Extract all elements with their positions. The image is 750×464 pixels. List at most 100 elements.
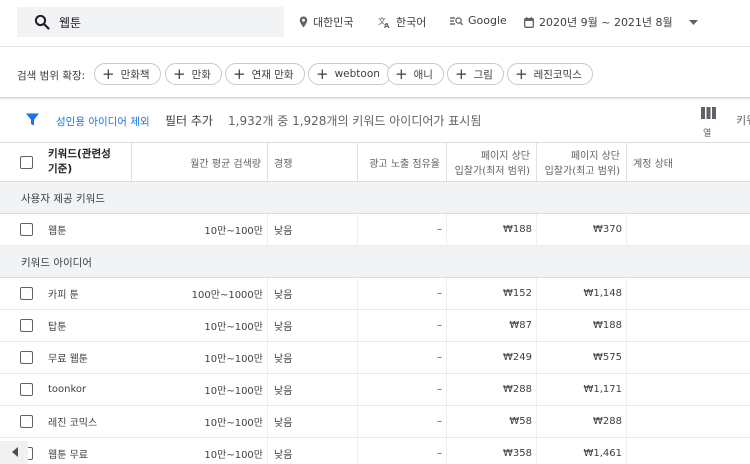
section-title: 키워드 아이디어 bbox=[21, 257, 92, 269]
chip-suggestion[interactable]: + webtoon bbox=[308, 63, 391, 85]
chip-suggestion[interactable]: + 만화책 bbox=[94, 63, 161, 85]
cell-competition: 낮음 bbox=[268, 214, 358, 245]
cell-account-status bbox=[627, 406, 750, 437]
chip-suggestion[interactable]: + 애니 bbox=[387, 63, 444, 85]
row-checkbox[interactable] bbox=[20, 223, 33, 236]
cell-bid-low: ₩249 bbox=[447, 342, 537, 373]
location-filter[interactable]: 대한민국 bbox=[299, 14, 353, 30]
network-filter[interactable]: Google bbox=[450, 14, 507, 27]
cell-bid-high: ₩1,148 bbox=[537, 278, 627, 309]
row-checkbox[interactable] bbox=[20, 383, 33, 396]
cell-bid-low: ₩288 bbox=[447, 374, 537, 405]
header-bid-low[interactable]: 페이지 상단 입찰가(최저 범위) bbox=[447, 143, 537, 181]
search-box[interactable] bbox=[17, 7, 284, 37]
row-checkbox[interactable] bbox=[20, 415, 33, 428]
table-row: 레진 코믹스 10만~100만 낮음 – ₩58 ₩288 bbox=[0, 406, 750, 438]
cell-keyword: 카피 툰 bbox=[48, 290, 79, 301]
date-range-label: 2020년 9월 ~ 2021년 8월 bbox=[539, 16, 673, 29]
cell-keyword: 웹툰 bbox=[48, 226, 67, 237]
cell-avg-searches: 100만~1000만 bbox=[132, 278, 268, 309]
horizontal-scrollbar[interactable] bbox=[0, 441, 28, 464]
cell-account-status bbox=[627, 438, 750, 464]
filter-bar: 성인용 아이디어 제외 필터 추가 1,932개 중 1,928개의 키워드 아… bbox=[0, 100, 750, 142]
location-pin-icon bbox=[299, 16, 308, 28]
add-filter-button[interactable]: 필터 추가 bbox=[165, 112, 213, 129]
cell-keyword: 탑툰 bbox=[48, 322, 67, 333]
search-icon bbox=[34, 14, 50, 30]
chevron-down-icon[interactable] bbox=[688, 19, 698, 25]
chip-label: 애니 bbox=[413, 68, 433, 81]
chip-label: 레진코믹스 bbox=[533, 68, 582, 81]
table-row: 웹툰 무료 10만~100만 낮음 – ₩358 ₩1,461 bbox=[0, 438, 750, 464]
scroll-left-icon[interactable] bbox=[12, 447, 18, 457]
top-bar: 대한민국 文 A 한국어 Google 2020년 9월 ~ 2021년 8월 bbox=[0, 0, 750, 46]
table-row: 웹툰 10만~100만 낮음 – ₩188 ₩370 bbox=[0, 214, 750, 246]
cell-keyword: 무료 웹툰 bbox=[48, 354, 88, 365]
header-account-status[interactable]: 계정 상태 bbox=[627, 143, 750, 181]
adult-filter-chip[interactable]: 성인용 아이디어 제외 bbox=[56, 114, 150, 129]
date-range-filter[interactable]: 2020년 9월 ~ 2021년 8월 bbox=[524, 14, 703, 30]
cell-bid-low: ₩152 bbox=[447, 278, 537, 309]
chip-suggestion[interactable]: + 레진코믹스 bbox=[507, 63, 593, 85]
cell-bid-high: ₩188 bbox=[537, 310, 627, 341]
select-all-checkbox[interactable] bbox=[20, 156, 33, 169]
cell-account-status bbox=[627, 278, 750, 309]
columns-label[interactable]: 열 bbox=[703, 126, 711, 139]
row-checkbox[interactable] bbox=[20, 351, 33, 364]
chip-label: 연재 만화 bbox=[251, 68, 294, 81]
cell-impression-share: – bbox=[358, 310, 447, 341]
filter-funnel-icon[interactable] bbox=[26, 113, 39, 126]
cell-competition: 낮음 bbox=[268, 278, 358, 309]
chip-suggestion[interactable]: + 연재 만화 bbox=[225, 63, 305, 85]
cell-competition: 낮음 bbox=[268, 342, 358, 373]
network-label: Google bbox=[468, 14, 507, 27]
cell-bid-low: ₩188 bbox=[447, 214, 537, 245]
plus-icon: + bbox=[102, 64, 115, 83]
table-row: 카피 툰 100만~1000만 낮음 – ₩152 ₩1,148 bbox=[0, 278, 750, 310]
cell-impression-share: – bbox=[358, 438, 447, 464]
header-bid-high[interactable]: 페이지 상단 입찰가(최고 범위) bbox=[537, 143, 627, 181]
row-checkbox[interactable] bbox=[20, 287, 33, 300]
table-row: 무료 웹툰 10만~100만 낮음 – ₩249 ₩575 bbox=[0, 342, 750, 374]
columns-icon[interactable] bbox=[701, 107, 716, 119]
translate-icon: 文 A bbox=[378, 16, 390, 28]
cell-competition: 낮음 bbox=[268, 406, 358, 437]
cell-bid-low: ₩58 bbox=[447, 406, 537, 437]
chip-label: webtoon bbox=[334, 68, 380, 80]
cell-bid-high: ₩370 bbox=[537, 214, 627, 245]
cell-impression-share: – bbox=[358, 214, 447, 245]
results-count: 1,932개 중 1,928개의 키워드 아이디어가 표시됨 bbox=[228, 114, 482, 128]
plus-icon: + bbox=[515, 64, 528, 83]
cell-keyword: 레진 코믹스 bbox=[48, 418, 98, 429]
cell-account-status bbox=[627, 374, 750, 405]
cell-bid-low: ₩358 bbox=[447, 438, 537, 464]
chip-suggestion[interactable]: + 만화 bbox=[165, 63, 222, 85]
header-bid-low-line1: 페이지 상단 bbox=[480, 151, 530, 162]
search-input[interactable] bbox=[59, 13, 269, 31]
plus-icon: + bbox=[233, 64, 246, 83]
language-filter[interactable]: 文 A 한국어 bbox=[378, 14, 426, 30]
header-competition[interactable]: 경쟁 bbox=[268, 143, 358, 181]
cell-avg-searches: 10만~100만 bbox=[132, 374, 268, 405]
chip-suggestion[interactable]: + 그림 bbox=[447, 63, 504, 85]
cell-keyword: 웹툰 무료 bbox=[48, 450, 88, 461]
expand-search-bar: 검색 범위 확장: + 만화책 + 만화 + 연재 만화 + webtoon + 애니 +… bbox=[0, 46, 750, 98]
keyword-view-partial[interactable]: 키워 bbox=[736, 112, 750, 128]
header-keyword[interactable]: 키워드(관련성 기준) bbox=[48, 143, 132, 181]
section-title: 사용자 제공 키워드 bbox=[21, 193, 105, 205]
chip-label: 만화 bbox=[191, 68, 211, 81]
cell-competition: 낮음 bbox=[268, 438, 358, 464]
plus-icon: + bbox=[455, 64, 468, 83]
cell-bid-low: ₩87 bbox=[447, 310, 537, 341]
header-keyword-line1: 키워드(관련성 bbox=[48, 148, 111, 160]
row-checkbox[interactable] bbox=[20, 319, 33, 332]
cell-impression-share: – bbox=[358, 342, 447, 373]
cell-keyword: toonkor bbox=[48, 384, 87, 395]
cell-bid-high: ₩1,461 bbox=[537, 438, 627, 464]
header-impression-share[interactable]: 광고 노출 점유율 bbox=[358, 143, 447, 181]
section-header: 키워드 아이디어 bbox=[0, 246, 750, 278]
plus-icon: + bbox=[395, 64, 408, 83]
cell-avg-searches: 10만~100만 bbox=[132, 406, 268, 437]
header-bid-high-line2: 입찰가(최고 범위) bbox=[544, 166, 620, 177]
header-avg-searches[interactable]: 월간 평균 검색량 bbox=[132, 143, 268, 181]
